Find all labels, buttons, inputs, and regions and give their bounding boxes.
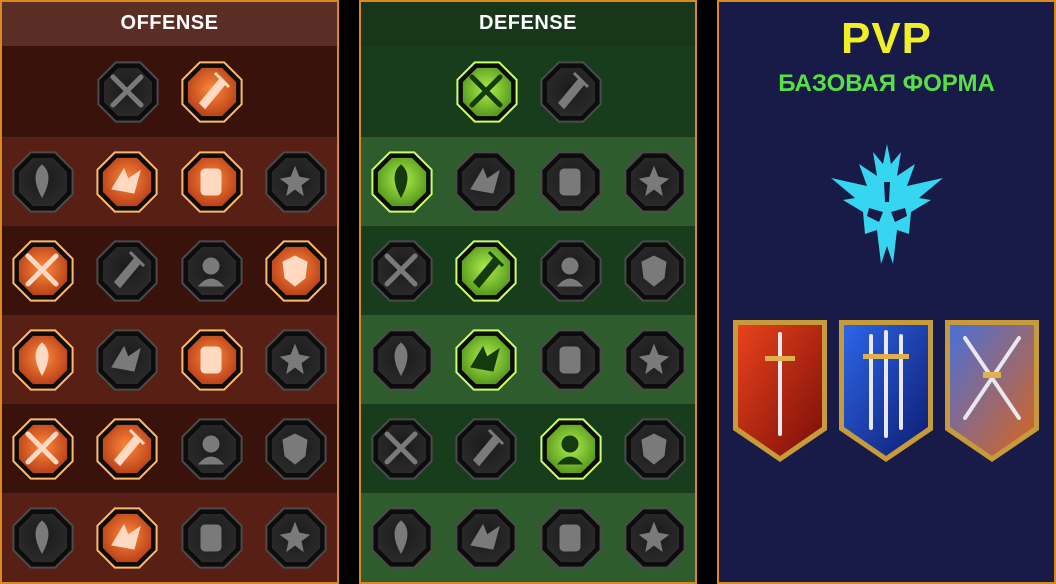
archer-arrows-icon[interactable] <box>10 238 76 304</box>
sword-drop-icon[interactable] <box>10 327 76 393</box>
hand-blade-icon[interactable] <box>263 238 329 304</box>
offense-tier-row <box>2 404 337 493</box>
hourglass-icon[interactable] <box>453 327 519 393</box>
skull-helm-icon[interactable] <box>263 505 329 571</box>
bearded-face-icon[interactable] <box>538 505 604 571</box>
winged-shield-icon[interactable] <box>453 505 519 571</box>
crossed-swords-dual-banner-icon[interactable] <box>943 318 1041 464</box>
dash-runner-icon[interactable] <box>369 416 435 482</box>
bleeding-heart-icon[interactable] <box>263 149 329 215</box>
defense-tier-row <box>361 137 695 226</box>
heart-hand-icon[interactable] <box>453 149 519 215</box>
axe-strike-icon[interactable] <box>179 327 245 393</box>
horned-figure-icon[interactable] <box>10 149 76 215</box>
defense-title: DEFENSE <box>361 2 695 46</box>
dagger-ring-icon[interactable] <box>179 416 245 482</box>
defense-panel: DEFENSE <box>359 0 697 584</box>
open-hand-icon[interactable] <box>538 327 604 393</box>
stone-golem-icon[interactable] <box>538 149 604 215</box>
giant-brute-icon[interactable] <box>179 505 245 571</box>
heart-shield-icon[interactable] <box>538 238 604 304</box>
fanged-mouth-icon[interactable] <box>94 238 160 304</box>
claw-slash-icon[interactable] <box>94 149 160 215</box>
crowd-icon[interactable] <box>369 327 435 393</box>
fist-hammer-icon[interactable] <box>94 327 160 393</box>
fighter-stance-icon[interactable] <box>369 238 435 304</box>
radiant-skull-icon[interactable] <box>538 416 604 482</box>
offense-tier-row <box>2 47 337 136</box>
defense-tier-row <box>361 315 695 404</box>
triple-skull-icon[interactable] <box>94 416 160 482</box>
pvp-panel: PVP БАЗОВАЯ ФОРМА <box>717 0 1056 584</box>
offense-tier-row <box>2 493 337 582</box>
fist-shield-icon[interactable] <box>179 149 245 215</box>
demon-helm-icon <box>827 142 947 266</box>
offense-tier-row <box>2 315 337 404</box>
offense-title: OFFENSE <box>2 2 337 46</box>
burst-target-icon[interactable] <box>10 416 76 482</box>
flaming-helm-icon[interactable] <box>94 505 160 571</box>
knight-shield-icon[interactable] <box>453 238 519 304</box>
skull-cloak-icon[interactable] <box>179 238 245 304</box>
raised-fist-icon[interactable] <box>538 59 604 125</box>
crossed-swords-icon[interactable] <box>95 59 161 125</box>
armor-scales-icon[interactable] <box>454 59 520 125</box>
swirl-arrow-icon[interactable] <box>622 416 688 482</box>
hooded-figure-icon[interactable] <box>622 238 688 304</box>
offense-tier-row <box>2 226 337 315</box>
spiked-warrior-icon[interactable] <box>369 505 435 571</box>
strongman-icon[interactable] <box>622 505 688 571</box>
pvp-title: PVP <box>840 14 933 63</box>
pvp-subtitle: БАЗОВАЯ ФОРМА <box>778 70 995 97</box>
red-knight-sword-banner-icon[interactable] <box>731 318 829 464</box>
offense-panel: OFFENSE <box>0 0 339 584</box>
dagger-strike-icon[interactable] <box>179 59 245 125</box>
defense-tier-row <box>361 226 695 315</box>
sword-sparkle-icon[interactable] <box>10 505 76 571</box>
crossed-blades-icon[interactable] <box>622 149 688 215</box>
offense-tier-row <box>2 137 337 226</box>
triple-drop-icon[interactable] <box>453 416 519 482</box>
chain-lightning-icon[interactable] <box>263 327 329 393</box>
defense-tier-row <box>361 493 695 582</box>
defense-tier-row <box>361 404 695 493</box>
chevron-shield-icon[interactable] <box>369 149 435 215</box>
defense-tier-row <box>361 47 695 136</box>
bull-head-icon[interactable] <box>622 327 688 393</box>
blue-triple-sword-banner-icon[interactable] <box>837 318 935 464</box>
warrior-burst-icon[interactable] <box>263 416 329 482</box>
